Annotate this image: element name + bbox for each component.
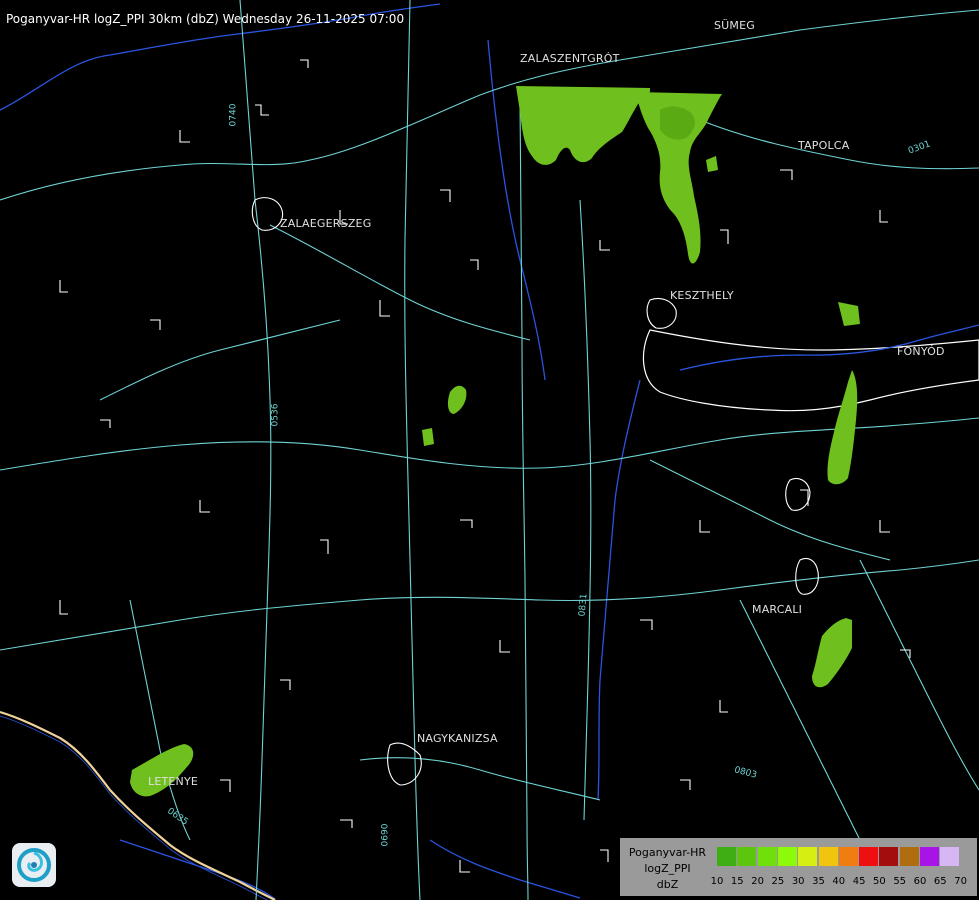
city-label-tapolca: TAPOLCA <box>798 139 850 152</box>
city-label-marcali: MARCALI <box>752 603 803 616</box>
legend-swatch <box>757 847 777 866</box>
legend-tick: 60 <box>913 876 927 887</box>
city-label-fonyod: FONYÓD <box>897 345 945 358</box>
city-label-sumeg: SÜMEG <box>714 19 755 32</box>
met-service-logo <box>12 843 56 887</box>
legend-radar-name: Poganyvar-HR <box>628 846 707 859</box>
legend-swatch <box>818 847 838 866</box>
legend-tick: 55 <box>893 876 907 887</box>
legend-tick: 40 <box>832 876 846 887</box>
legend-tick: 10 <box>710 876 724 887</box>
legend-tick: 50 <box>873 876 886 887</box>
city-label-zalaegerszeg: ZALAEGERSZEG <box>280 217 372 230</box>
legend-tick: 20 <box>751 876 764 887</box>
legend-tick: 30 <box>791 876 805 887</box>
city-label-nagykanizsa: NAGYKANIZSA <box>417 732 498 745</box>
legend-tick: 35 <box>812 876 825 887</box>
legend-tick: 65 <box>933 876 947 887</box>
legend-swatch <box>879 847 899 866</box>
road-label-0536: 0536 <box>270 403 281 427</box>
legend-product-name: logZ_PPI <box>644 862 691 875</box>
legend-swatch <box>777 847 797 866</box>
echo-centre-small <box>422 428 434 446</box>
legend-swatch <box>798 847 818 866</box>
legend-swatch <box>838 847 858 866</box>
legend-swatch <box>737 847 757 866</box>
legend-unit: dbZ <box>656 878 679 891</box>
radar-map <box>0 0 979 900</box>
legend-tick: 25 <box>771 876 785 887</box>
road-label-0740: 0740 <box>228 103 239 127</box>
road-label-0690: 0690 <box>380 823 391 847</box>
color-scale-legend: Poganyvar-HR logZ_PPI dbZ 10 15 20 25 30 35 40… <box>620 838 977 896</box>
road-label-0831: 0831 <box>577 593 590 617</box>
legend-swatch <box>717 847 736 866</box>
city-label-keszthely: KESZTHELY <box>670 289 734 302</box>
legend-swatch <box>859 847 879 866</box>
swirl-logo-icon <box>17 848 51 882</box>
legend-tick: 70 <box>954 876 967 887</box>
city-label-zalaszentgrot: ZALASZENTGRÓT <box>520 52 620 65</box>
map-title: Poganyvar-HR logZ_PPI 30km (dbZ) Wednesd… <box>6 12 405 26</box>
city-label-letenye: LETENYE <box>148 775 199 788</box>
legend-swatch <box>899 847 919 866</box>
legend-swatch <box>940 847 960 866</box>
legend-tick: 45 <box>852 876 866 887</box>
legend-swatch <box>920 847 939 866</box>
legend-tick: 15 <box>730 876 744 887</box>
